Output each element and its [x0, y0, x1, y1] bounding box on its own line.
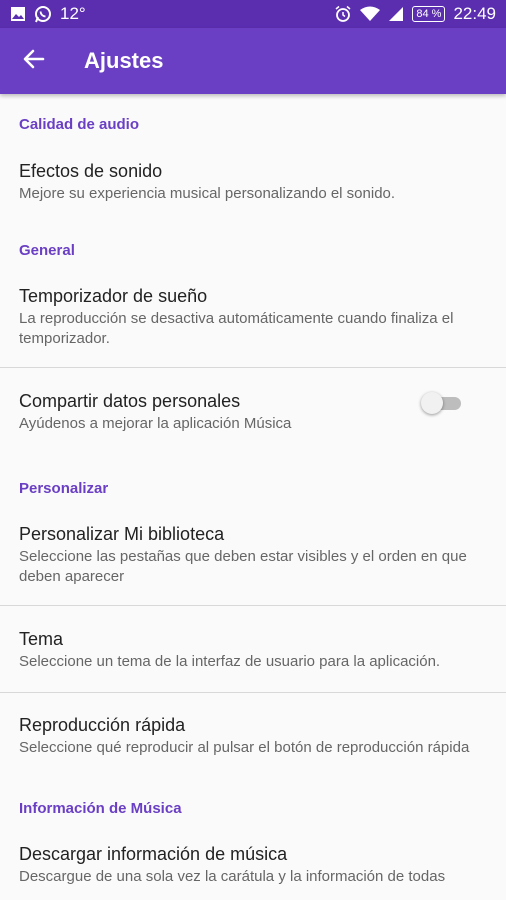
alarm-icon [334, 5, 352, 23]
setting-title: Descargar información de música [19, 844, 288, 864]
back-button[interactable] [12, 39, 56, 83]
setting-library[interactable]: Personalizar Mi biblioteca Seleccione la… [0, 523, 506, 605]
setting-theme[interactable]: Tema Seleccione un tema de la interfaz d… [0, 606, 506, 692]
app-bar: Ajustes [0, 28, 506, 94]
setting-title: Personalizar Mi biblioteca [19, 524, 225, 544]
setting-share-data[interactable]: Compartir datos personales Ayúdenos a me… [0, 368, 506, 438]
arrow-back-icon [23, 49, 45, 74]
wifi-icon [360, 6, 381, 22]
section-header-personalize: Personalizar [19, 480, 109, 497]
setting-sleep-timer[interactable]: Temporizador de sueño La reproducción se… [0, 285, 506, 367]
setting-subtitle: Seleccione qué reproducir al pulsar el b… [19, 739, 470, 756]
setting-sound-effects[interactable]: Efectos de sonido Mejore su experiencia … [0, 160, 506, 204]
setting-title: Temporizador de sueño [19, 286, 208, 306]
setting-subtitle: La reproducción se desactiva automáticam… [19, 310, 454, 347]
setting-subtitle: Seleccione un tema de la interfaz de usu… [19, 653, 441, 670]
setting-quick-play[interactable]: Reproducción rápida Seleccione qué repro… [0, 693, 506, 758]
setting-title: Efectos de sonido [19, 161, 163, 181]
whatsapp-icon [34, 5, 52, 23]
setting-subtitle: Seleccione las pestañas que deben estar … [19, 548, 467, 585]
battery-icon: 84 % [412, 6, 446, 22]
section-header-general: General [19, 242, 75, 259]
setting-title: Reproducción rápida [19, 715, 186, 735]
setting-subtitle: Ayúdenos a mejorar la aplicación Música [19, 415, 292, 432]
setting-title: Compartir datos personales [19, 391, 241, 411]
setting-subtitle: Mejore su experiencia musical personaliz… [19, 185, 396, 202]
clock-text: 22:49 [453, 4, 496, 23]
section-header-audio: Calidad de audio [19, 116, 140, 133]
share-data-toggle[interactable] [421, 392, 465, 414]
setting-title: Tema [19, 629, 64, 649]
section-header-music-info: Información de Música [19, 800, 182, 817]
image-icon [10, 6, 26, 22]
page-title: Ajustes [84, 48, 164, 73]
setting-download-info[interactable]: Descargar información de música Descargu… [0, 843, 506, 887]
temperature-text: 12° [60, 4, 86, 23]
settings-list: Calidad de audio Efectos de sonido Mejor… [0, 94, 506, 887]
status-bar: 12° 84 % 22:49 [0, 0, 506, 28]
setting-subtitle: Descargue de una sola vez la carátula y … [19, 868, 446, 885]
signal-icon [388, 6, 404, 22]
